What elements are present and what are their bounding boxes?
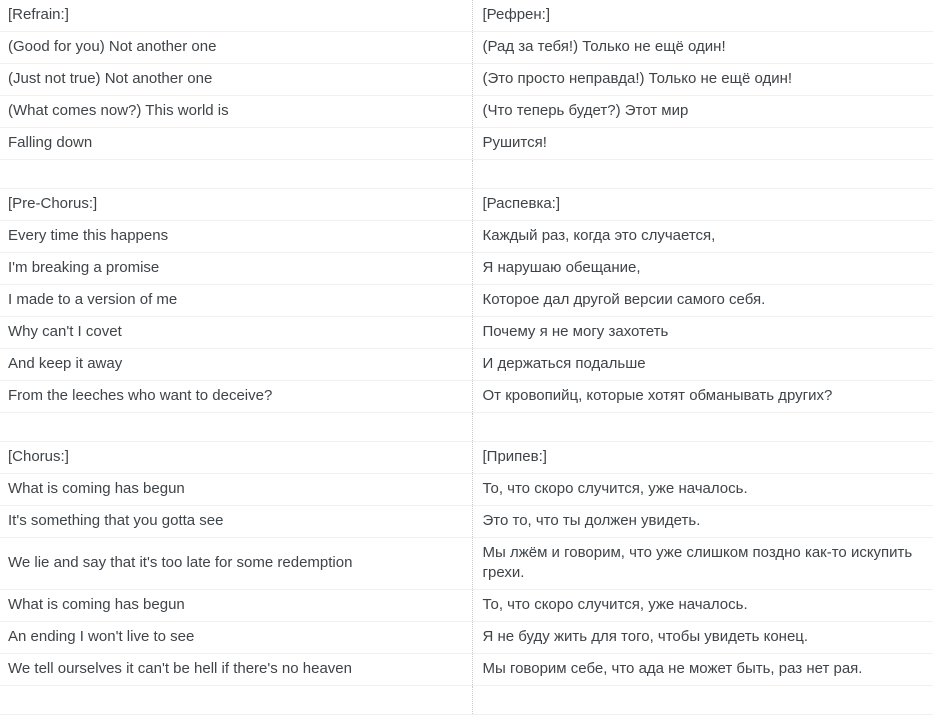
lyrics-line-row: We lie and say that it's too late for so… (0, 537, 933, 590)
lyric-cell-source: I'm breaking a promise (8, 259, 160, 276)
lyric-cell-target: Мы говорим себе, что ада не может быть, … (471, 653, 933, 686)
lyric-cell-target: То, что скоро случится, уже началось. (471, 589, 933, 622)
lyric-cell-source: And keep it away (8, 355, 123, 372)
lyrics-section-row: [Pre-Chorus:] [Распевка:] (0, 188, 933, 221)
lyric-cell-source: Falling down (8, 134, 93, 151)
lyrics-line-row: Every time this happens Каждый раз, когда… (0, 220, 933, 253)
lyric-cell-source (0, 160, 472, 189)
lyric-cell-target: Это то, что ты должен увидеть. (471, 505, 933, 538)
lyrics-line-row: Why can't I covet Почему я не могу захоте… (0, 316, 933, 349)
lyrics-line-row: It's something that you gotta see Это то,… (0, 505, 933, 538)
lyric-cell-target (471, 412, 933, 442)
lyrics-line-row: What is coming has begun То, что скоро сл… (0, 473, 933, 506)
bilingual-lyrics-table: [Refrain:] [Рефрен:] (Good for you) Not an… (0, 0, 933, 715)
lyrics-table-body: [Refrain:] [Рефрен:] (Good for you) Not an… (0, 0, 933, 715)
lyric-cell-target (471, 159, 933, 189)
lyrics-line-row: And keep it away И держаться подальше (0, 348, 933, 381)
lyric-cell-target: Я не буду жить для того, чтобы увидеть к… (471, 621, 933, 654)
lyrics-section-row: [Refrain:] [Рефрен:] (0, 0, 933, 32)
lyric-cell-target: От кровопийц, которые хотят обманывать д… (471, 380, 933, 413)
lyric-cell-target (471, 685, 933, 715)
lyrics-line-row: (What comes now?) This world is (Что тепе… (0, 95, 933, 128)
lyric-cell-target: Которое дал другой версии самого себя. (471, 284, 933, 317)
lyrics-line-row: I'm breaking a promise Я нарушаю обещание… (0, 252, 933, 285)
section-label-target: [Припев:] (471, 441, 933, 474)
section-label-source: [Pre-Chorus:] (8, 195, 98, 212)
lyric-cell-source: What is coming has begun (8, 480, 185, 497)
section-label-source: [Chorus:] (8, 448, 69, 465)
lyrics-line-row: From the leeches who want to deceive? От … (0, 380, 933, 413)
lyric-cell-target: (Рад за тебя!) Только не ещё один! (471, 31, 933, 64)
lyrics-line-row: We tell ourselves it can't be hell if th… (0, 653, 933, 686)
lyric-cell-target: Каждый раз, когда это случается, (471, 220, 933, 253)
lyric-cell-source (0, 686, 472, 715)
lyrics-line-row: (Good for you) Not another one (Рад за те… (0, 31, 933, 64)
lyric-cell-source: Why can't I covet (8, 323, 122, 340)
lyric-cell-source: (Just not true) Not another one (8, 70, 213, 87)
lyrics-section-row: [Chorus:] [Припев:] (0, 441, 933, 474)
lyric-cell-source: What is coming has begun (8, 596, 185, 613)
lyric-cell-source: We lie and say that it's too late for so… (8, 554, 353, 571)
lyrics-line-row: Falling down Рушится! (0, 127, 933, 160)
lyrics-line-row: (Just not true) Not another one (Это прос… (0, 63, 933, 96)
lyric-cell-target: Мы лжём и говорим, что уже слишком поздн… (471, 537, 933, 590)
lyric-cell-target: И держаться подальше (471, 348, 933, 381)
lyrics-spacer-row (0, 685, 933, 715)
lyric-cell-source: Every time this happens (8, 227, 169, 244)
lyric-cell-source: It's something that you gotta see (8, 512, 224, 529)
lyric-cell-target: (Это просто неправда!) Только не ещё оди… (471, 63, 933, 96)
lyrics-line-row: An ending I won't live to see Я не буду ж… (0, 621, 933, 654)
lyric-cell-source: (Good for you) Not another one (8, 38, 217, 55)
lyric-cell-target: Почему я не могу захотеть (471, 316, 933, 349)
lyrics-line-row: I made to a version of me Которое дал дру… (0, 284, 933, 317)
lyric-cell-source: An ending I won't live to see (8, 628, 195, 645)
lyric-cell-source: From the leeches who want to deceive? (8, 387, 273, 404)
section-label-source: [Refrain:] (8, 6, 69, 23)
lyrics-spacer-row (0, 159, 933, 189)
lyric-cell-target: То, что скоро случится, уже началось. (471, 473, 933, 506)
lyric-cell-target: Я нарушаю обещание, (471, 252, 933, 285)
section-label-target: [Рефрен:] (471, 0, 933, 32)
lyric-cell-source (0, 413, 472, 442)
lyrics-line-row: What is coming has begun То, что скоро сл… (0, 589, 933, 622)
lyrics-spacer-row (0, 412, 933, 442)
lyric-cell-source: We tell ourselves it can't be hell if th… (8, 660, 352, 677)
lyric-cell-source: I made to a version of me (8, 291, 178, 308)
lyric-cell-target: Рушится! (471, 127, 933, 160)
section-label-target: [Распевка:] (471, 188, 933, 221)
lyric-cell-target: (Что теперь будет?) Этот мир (471, 95, 933, 128)
lyric-cell-source: (What comes now?) This world is (8, 102, 229, 119)
